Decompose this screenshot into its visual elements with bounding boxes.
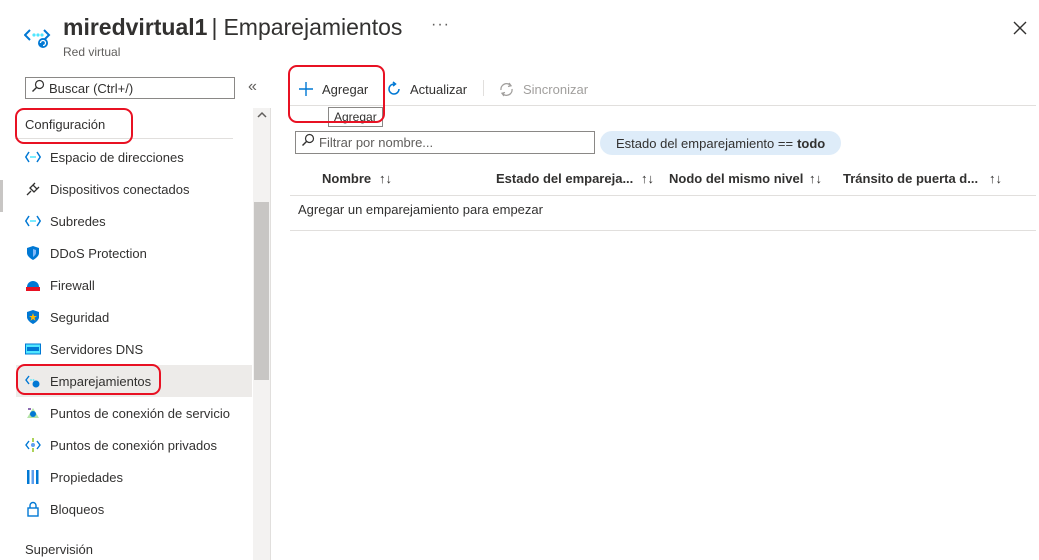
service-endpoint-icon <box>24 404 42 422</box>
column-header-label: Estado del empareja... <box>496 170 634 186</box>
search-icon <box>31 79 45 98</box>
section-title-configuracion: Configuración <box>25 117 106 132</box>
column-header-gateway-transit[interactable]: Tránsito de puerta d... ↑↓ <box>843 169 1018 187</box>
blade-title: Emparejamientos <box>223 14 403 40</box>
empty-table-message: Agregar un emparejamiento para empezar <box>298 202 543 217</box>
sync-icon <box>498 81 515 98</box>
sidebar-item-label: Puntos de conexión privados <box>50 437 217 453</box>
sidebar-divider <box>270 108 271 560</box>
sidebar-item-puntos-de-conexion-privados[interactable]: Puntos de conexión privados <box>16 429 252 461</box>
sort-icon[interactable]: ↑↓ <box>989 171 1002 186</box>
sidebar-item-label: Dispositivos conectados <box>50 181 190 197</box>
sort-icon[interactable]: ↑↓ <box>641 171 654 186</box>
filter-search-icon <box>301 133 315 152</box>
add-button[interactable]: Agregar <box>298 77 368 101</box>
refresh-icon <box>386 81 402 97</box>
firewall-icon <box>24 276 42 294</box>
filter-box[interactable] <box>295 131 595 154</box>
column-header-name[interactable]: Nombre ↑↓ <box>322 169 472 187</box>
sync-button-label: Sincronizar <box>523 81 589 97</box>
virtual-network-icon <box>23 24 52 50</box>
table-header-divider <box>290 195 1036 196</box>
sidebar-item-espacio-de-direcciones[interactable]: Espacio de direcciones <box>16 141 252 173</box>
sidebar-item-label: Puntos de conexión de servicio <box>50 405 230 421</box>
lock-icon <box>24 500 42 518</box>
peering-state-filter-pill[interactable]: Estado del emparejamiento == todo <box>600 131 842 155</box>
search-box[interactable] <box>25 77 235 99</box>
address-space-icon <box>24 148 42 166</box>
collapse-sidebar-button[interactable]: « <box>248 78 257 96</box>
column-header-label: Nombre <box>322 170 372 186</box>
sidebar-item-label: Servidores DNS <box>50 341 144 357</box>
sidebar-item-emparejamientos[interactable]: Emparejamientos <box>16 365 252 397</box>
sidebar-item-label: Seguridad <box>50 309 110 325</box>
dns-server-icon <box>24 340 42 358</box>
refresh-button[interactable]: Actualizar <box>386 77 467 101</box>
sidebar-item-ddos-protection[interactable]: DDoS Protection <box>16 237 252 269</box>
resource-type: Red virtual <box>63 45 121 59</box>
private-endpoint-icon <box>24 436 42 454</box>
column-header-peering-state[interactable]: Estado del empareja... ↑↓ <box>496 169 666 187</box>
column-header-label: Tránsito de puerta d... <box>843 170 979 186</box>
title-separator: | <box>211 14 218 40</box>
sidebar-item-puntos-de-conexion-de-servicio[interactable]: Puntos de conexión de servicio <box>16 397 252 429</box>
toolbar-separator <box>483 80 484 96</box>
add-button-label: Agregar <box>322 81 369 97</box>
filter-pill-prefix: Estado del emparejamiento == <box>616 135 794 151</box>
section-divider <box>15 138 233 139</box>
sidebar-item-label: Firewall <box>50 277 95 293</box>
plug-icon <box>24 180 42 198</box>
column-header-label: Nodo del mismo nivel <box>669 170 804 186</box>
scrollbar-thumb[interactable] <box>254 202 269 380</box>
filter-pill-value: todo <box>797 135 826 151</box>
sidebar-item-subredes[interactable]: Subredes <box>16 205 252 237</box>
sidebar-item-propiedades[interactable]: Propiedades <box>16 461 252 493</box>
sidebar-item-label: Bloqueos <box>50 501 105 517</box>
search-input[interactable] <box>49 80 229 96</box>
sidebar-item-label: Propiedades <box>50 469 123 485</box>
properties-icon <box>24 468 42 486</box>
toolbar-divider <box>290 105 1036 106</box>
sidebar-item-dispositivos-conectados[interactable]: Dispositivos conectados <box>16 173 252 205</box>
section-title-supervision: Supervisión <box>25 542 93 557</box>
sidebar-item-seguridad[interactable]: Seguridad <box>16 301 252 333</box>
page-edge-marker <box>0 180 3 212</box>
peering-icon <box>24 372 42 390</box>
subnet-icon <box>24 212 42 230</box>
sidebar-item-label: Subredes <box>50 213 106 229</box>
sidebar-item-servidores-dns[interactable]: Servidores DNS <box>16 333 252 365</box>
sidebar-item-label: Espacio de direcciones <box>50 149 184 165</box>
more-options-button[interactable]: ··· <box>431 16 450 34</box>
plus-icon <box>298 81 314 97</box>
refresh-button-label: Actualizar <box>410 81 468 97</box>
close-icon[interactable] <box>1010 18 1030 38</box>
sidebar-item-label: DDoS Protection <box>50 245 147 261</box>
sidebar-item-firewall[interactable]: Firewall <box>16 269 252 301</box>
resource-name: miredvirtual1 <box>63 14 208 40</box>
column-header-peer[interactable]: Nodo del mismo nivel ↑↓ <box>669 169 839 187</box>
page-title: miredvirtual1 | Emparejamientos <box>63 14 402 41</box>
sort-icon[interactable]: ↑↓ <box>379 171 392 186</box>
sidebar-item-bloqueos[interactable]: Bloqueos <box>16 493 252 525</box>
shield-icon <box>24 244 42 262</box>
filter-input[interactable] <box>319 135 589 150</box>
security-shield-icon <box>24 308 42 326</box>
sort-icon[interactable]: ↑↓ <box>809 171 822 186</box>
table-bottom-divider <box>290 230 1036 231</box>
add-tooltip: Agregar <box>328 107 383 127</box>
sync-button[interactable]: Sincronizar <box>498 77 588 101</box>
sidebar-item-label: Emparejamientos <box>50 373 152 389</box>
scroll-up-icon[interactable] <box>253 108 270 122</box>
